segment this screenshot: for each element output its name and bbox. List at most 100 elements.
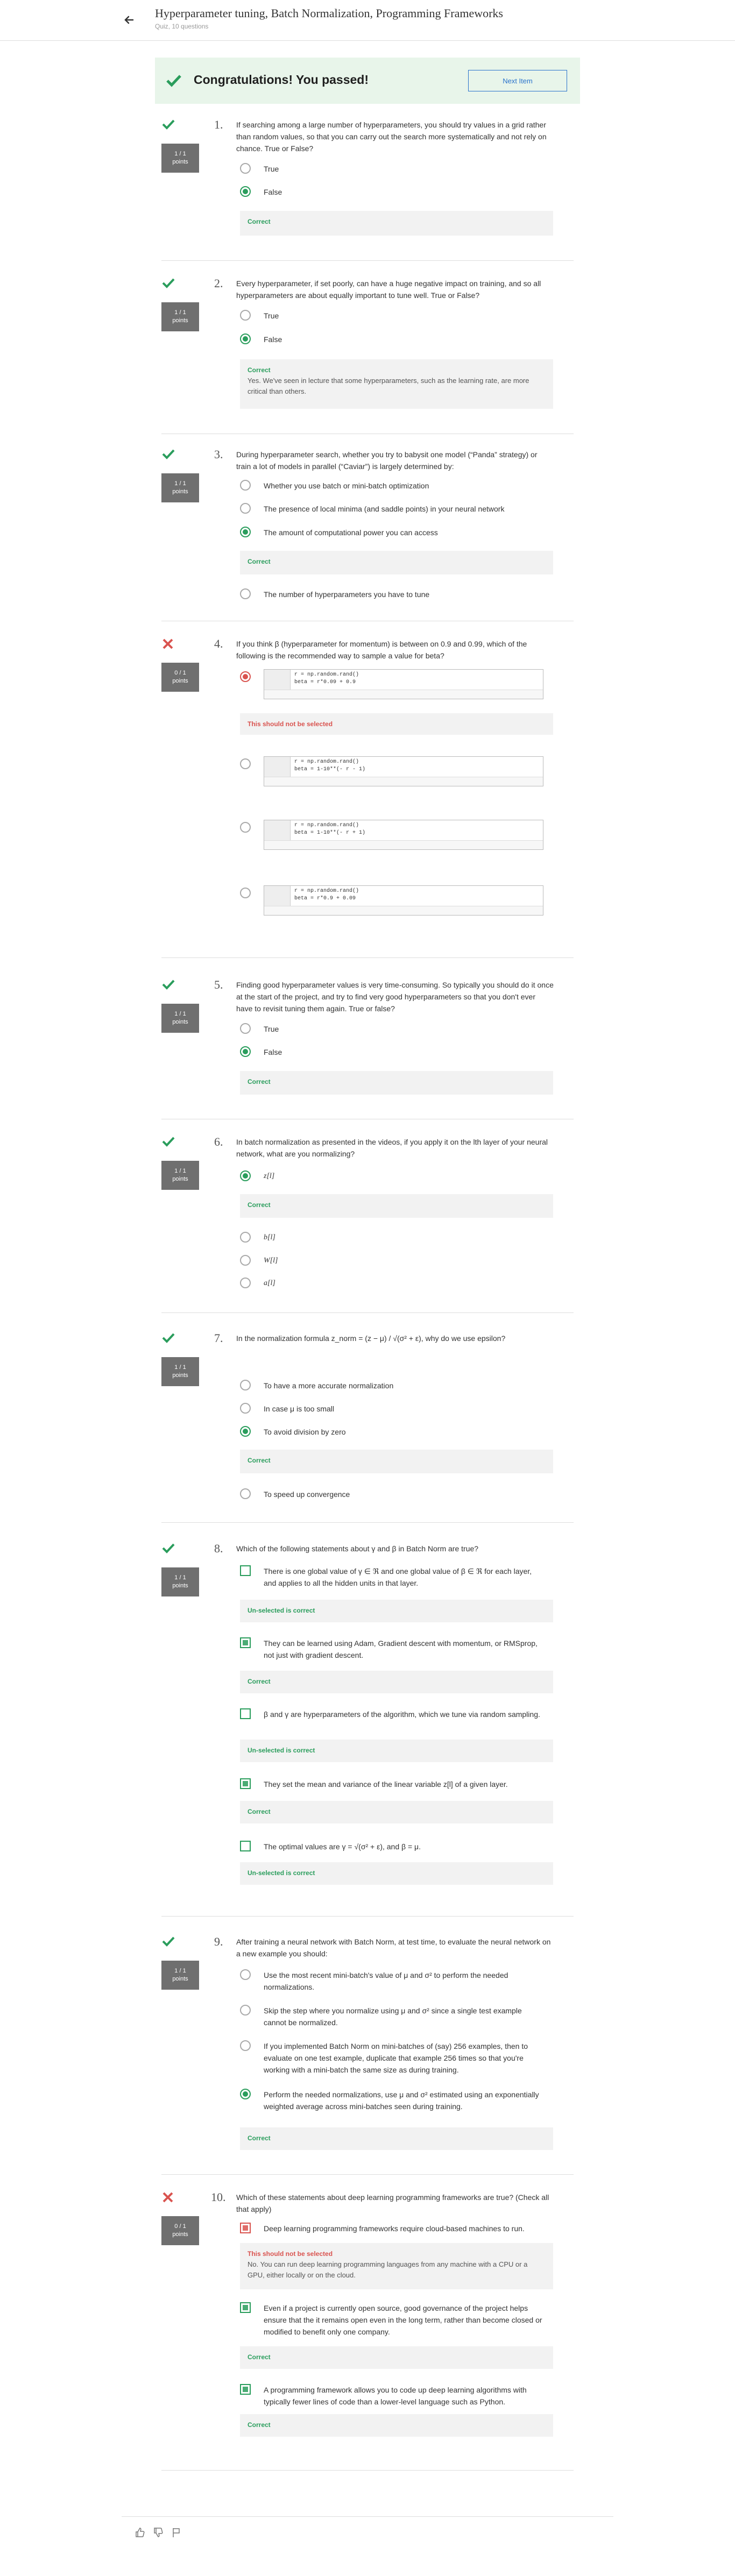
- feedback-box: Correct: [240, 1071, 553, 1095]
- radio-button[interactable]: [240, 2005, 251, 2016]
- points-badge: 1 / 1 points: [161, 473, 199, 502]
- radio-button[interactable]: [240, 588, 251, 599]
- checkbox[interactable]: [240, 1708, 251, 1719]
- question-number: 8.: [214, 1542, 223, 1555]
- divider: [161, 1312, 574, 1313]
- thumbs-up-icon[interactable]: [135, 2527, 145, 2540]
- radio-button[interactable]: [240, 822, 251, 833]
- correct-check-icon: [162, 449, 175, 461]
- radio-button[interactable]: [240, 2089, 251, 2099]
- option-label: a[l]: [264, 1279, 275, 1287]
- option-label: To speed up convergence: [264, 1490, 350, 1499]
- code-line: beta = 1-10**(- r + 1): [294, 830, 366, 836]
- correct-check-icon: [162, 1936, 175, 1948]
- feedback-label: Correct: [248, 558, 271, 565]
- radio-button[interactable]: [240, 1380, 251, 1390]
- radio-button[interactable]: [240, 1403, 251, 1414]
- radio-button[interactable]: [240, 671, 251, 682]
- radio-button[interactable]: [240, 1255, 251, 1266]
- radio-button[interactable]: [240, 2040, 251, 2051]
- option-label: There is one global value of γ ∈ ℜ and o…: [264, 1567, 532, 1587]
- feedback-box: This should not be selected: [240, 713, 553, 735]
- option-label: False: [264, 188, 282, 196]
- radio-button[interactable]: [240, 163, 251, 174]
- radio-button[interactable]: [240, 888, 251, 898]
- radio-button[interactable]: [240, 1023, 251, 1034]
- radio-button[interactable]: [240, 310, 251, 321]
- feedback-box: Correct: [240, 2346, 553, 2369]
- feedback-box: Correct Yes. We've seen in lecture that …: [240, 359, 553, 409]
- feedback-label: Correct: [248, 218, 271, 225]
- points-badge: 1 / 1 points: [161, 144, 199, 173]
- question-number: 7.: [214, 1331, 223, 1345]
- radio-button[interactable]: [240, 1046, 251, 1057]
- back-arrow-icon[interactable]: [121, 12, 137, 28]
- radio-button[interactable]: [240, 1488, 251, 1499]
- feedback-label: Correct: [248, 2353, 271, 2361]
- radio-button[interactable]: [240, 503, 251, 514]
- points-badge: 1 / 1 points: [161, 1961, 199, 1990]
- points-badge: 0 / 1 points: [161, 663, 199, 692]
- feedback-box: Correct: [240, 211, 553, 236]
- code-line: r = np.random.rand(): [294, 672, 359, 678]
- option-label: False: [264, 1048, 282, 1056]
- checkbox[interactable]: [240, 1637, 251, 1648]
- incorrect-x-icon: [162, 638, 174, 651]
- code-snippet: r = np.random.rand() beta = 1-10**(- r - …: [264, 756, 543, 786]
- checkbox[interactable]: [240, 1841, 251, 1851]
- feedback-label: Correct: [248, 1808, 271, 1815]
- divider: [161, 2174, 574, 2175]
- divider: [161, 957, 574, 958]
- option-label: False: [264, 335, 282, 344]
- next-item-button[interactable]: Next Item: [468, 70, 567, 91]
- radio-button[interactable]: [240, 758, 251, 769]
- radio-button[interactable]: [240, 333, 251, 344]
- radio-button[interactable]: [240, 1232, 251, 1243]
- radio-button[interactable]: [240, 1969, 251, 1980]
- checkbox[interactable]: [240, 1778, 251, 1789]
- radio-button[interactable]: [240, 1278, 251, 1288]
- radio-button[interactable]: [240, 186, 251, 197]
- question-number: 6.: [214, 1135, 223, 1148]
- question-number: 3.: [214, 448, 223, 461]
- option-label: True: [264, 311, 279, 320]
- checkbox[interactable]: [240, 1565, 251, 1576]
- option-label: b[l]: [264, 1233, 275, 1241]
- divider: [161, 2470, 574, 2471]
- question-number: 1.: [214, 118, 223, 131]
- thumbs-down-icon[interactable]: [153, 2527, 164, 2540]
- feedback-label: Correct: [248, 366, 271, 374]
- option-label: Even if a project is currently open sour…: [264, 2304, 542, 2336]
- question-text: Every hyperparameter, if set poorly, can…: [236, 279, 541, 300]
- feedback-box: Correct: [240, 1450, 553, 1473]
- correct-check-icon: [162, 119, 175, 131]
- feedback-box: Correct: [240, 2414, 553, 2437]
- option-label: Use the most recent mini-batch's value o…: [264, 1971, 508, 1991]
- pass-banner: Congratulations! You passed! Next Item: [155, 58, 580, 104]
- radio-button[interactable]: [240, 1426, 251, 1437]
- option-label: They can be learned using Adam, Gradient…: [264, 1639, 538, 1659]
- option-label: Perform the needed normalizations, use μ…: [264, 2090, 539, 2111]
- question-text: Which of these statements about deep lea…: [236, 2193, 549, 2213]
- checkbox[interactable]: [240, 2223, 251, 2233]
- feedback-label: Un-selected is correct: [248, 1747, 315, 1754]
- flag-icon[interactable]: [171, 2527, 182, 2540]
- question-text: During hyperparameter search, whether yo…: [236, 450, 538, 471]
- option-label: Deep learning programming frameworks req…: [264, 2224, 525, 2233]
- radio-button[interactable]: [240, 1170, 251, 1181]
- option-label: Skip the step where you normalize using …: [264, 2006, 522, 2027]
- radio-button[interactable]: [240, 480, 251, 491]
- incorrect-x-icon: [162, 2191, 174, 2205]
- feedback-label: This should not be selected: [248, 2250, 333, 2258]
- checkbox[interactable]: [240, 2302, 251, 2313]
- question-text: After training a neural network with Bat…: [236, 1938, 551, 1958]
- code-line: beta = 1-10**(- r - 1): [294, 767, 366, 772]
- question-text: Which of the following statements about …: [236, 1544, 479, 1553]
- divider: [161, 1522, 574, 1523]
- checkbox[interactable]: [240, 2384, 251, 2395]
- feedback-box: Un-selected is correct: [240, 1862, 553, 1885]
- option-label: To avoid division by zero: [264, 1428, 346, 1436]
- radio-button[interactable]: [240, 527, 251, 537]
- option-label: True: [264, 165, 279, 173]
- correct-check-icon: [162, 979, 175, 991]
